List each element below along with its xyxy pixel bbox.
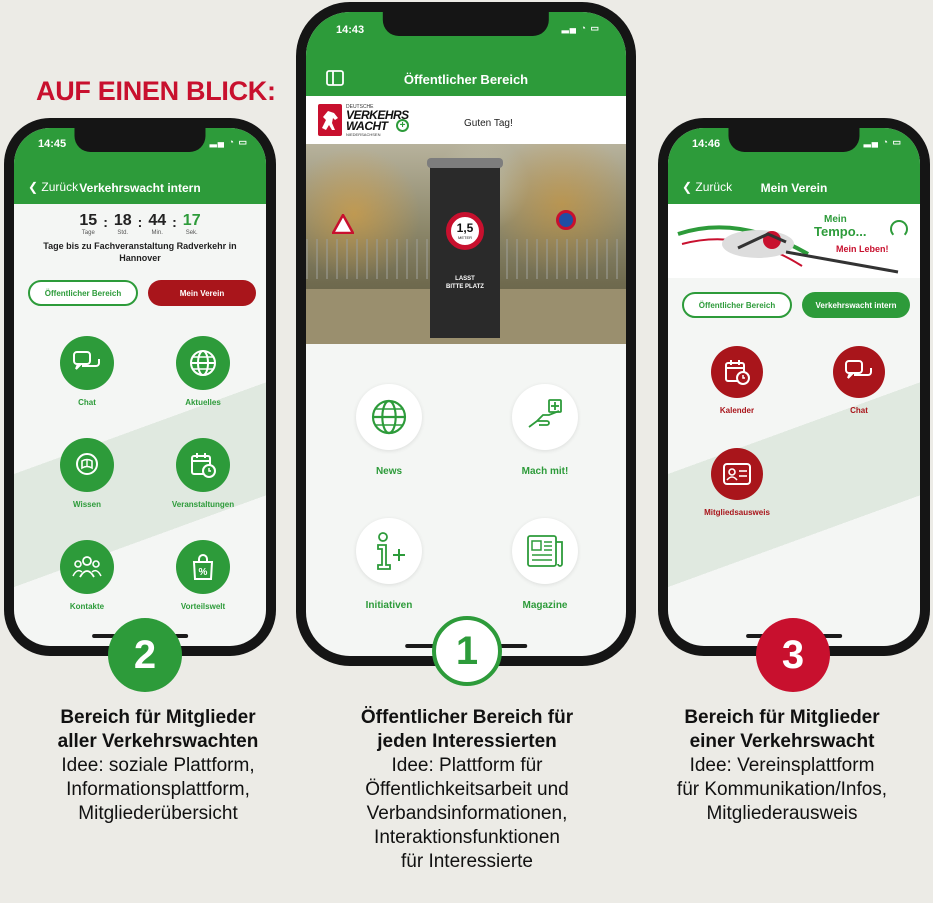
public-area-button[interactable]: Öffentlicher Bereich	[682, 292, 792, 318]
my-club-button[interactable]: Mein Verein	[148, 280, 256, 306]
phone-public: Öffentlicher Bereich 14:43 ▂▄ ◔ ▭ DEUTSC…	[296, 2, 636, 666]
warning-sign-icon	[330, 212, 356, 239]
phone-members-all: ❮ Zurück Verkehrswacht intern 14:45 ▂▄ ◔…	[4, 118, 276, 656]
page-title: Mein Verein	[760, 181, 828, 195]
caption-center: Öffentlicher Bereich für jeden Interessi…	[360, 707, 574, 872]
page-title: Öffentlicher Bereich	[403, 72, 529, 87]
head-book-icon	[60, 438, 114, 492]
countdown-days: 15	[79, 212, 98, 229]
countdown: 15 Tage : 18 Std. : 44 Min. : 17 Sek. Tage b…	[14, 212, 266, 264]
tile-benefits[interactable]: % Vorteilswelt	[158, 540, 248, 611]
campaign-banner: Mein Tempo... Mein Leben!	[668, 204, 920, 278]
internal-button[interactable]: Verkehrswacht intern	[802, 292, 910, 318]
countdown-minutes: 44	[148, 212, 167, 229]
newspaper-icon	[512, 518, 578, 584]
tile-participate[interactable]: Mach mit!	[500, 384, 590, 477]
notch	[74, 128, 206, 152]
speedometer-icon	[890, 220, 908, 238]
badge-two: 2	[108, 618, 182, 692]
countdown-hours: 18	[113, 212, 132, 229]
headline: AUF EINEN BLICK:	[36, 76, 276, 106]
badge-one: 1	[432, 616, 502, 686]
horse-logo-icon	[318, 104, 342, 136]
tile-calendar[interactable]: Kalender	[692, 346, 782, 415]
hero-photo: 1,5 METER LASST BITTE PLATZ	[306, 144, 626, 344]
notch	[382, 12, 550, 36]
tile-events[interactable]: Veranstaltungen	[158, 438, 248, 509]
tile-contacts[interactable]: Kontakte	[42, 540, 132, 611]
advertising-column: 1,5 METER LASST BITTE PLATZ	[427, 158, 503, 338]
tile-magazines[interactable]: Magazine	[500, 518, 590, 611]
status-time: 14:43	[336, 24, 365, 36]
calendar-clock-icon	[711, 346, 763, 398]
globe-icon	[176, 336, 230, 390]
id-card-icon	[711, 448, 763, 500]
caption-left: Bereich für Mitglieder aller Verkehrswac…	[57, 707, 259, 824]
chat-icon	[60, 336, 114, 390]
countdown-text: Tage bis zu Fachveranstaltung Radverkehr…	[43, 241, 237, 263]
phone-screen: ❮ Zurück Verkehrswacht intern 14:45 ▂▄ ◔…	[14, 128, 266, 646]
tile-news[interactable]: Aktuelles	[158, 336, 248, 407]
speed-sign: 1,5 METER	[446, 212, 484, 250]
signal-wifi-battery-icon: ▂▄ ◔ ▭	[209, 137, 248, 147]
phone-screen: ❮ Zurück Mein Verein 14:46 ▂▄ ◔ ▭ Mein T…	[668, 128, 920, 646]
svg-text:%: %	[199, 567, 208, 578]
badge-three: 3	[756, 618, 830, 692]
tile-knowledge[interactable]: Wissen	[42, 438, 132, 509]
tile-membership-card[interactable]: Mitgliedsausweis	[692, 448, 782, 517]
shopping-bag-percent-icon: %	[176, 540, 230, 594]
info-plus-icon	[356, 518, 422, 584]
signal-wifi-battery-icon: ▂▄ ◔ ▭	[863, 137, 902, 147]
countdown-seconds: 17	[182, 212, 201, 229]
public-area-button[interactable]: Öffentlicher Bereich	[28, 280, 138, 306]
signal-wifi-battery-icon: ▂▄ ◔ ▭	[561, 23, 600, 33]
status-time: 14:46	[692, 138, 721, 150]
chat-icon	[833, 346, 885, 398]
phone-screen: Öffentlicher Bereich 14:43 ▂▄ ◔ ▭ DEUTSC…	[306, 12, 626, 656]
page-title: Verkehrswacht intern	[79, 181, 201, 195]
globe-icon	[356, 384, 422, 450]
tile-chat[interactable]: Chat	[814, 346, 904, 415]
calendar-clock-icon	[176, 438, 230, 492]
header-strip: DEUTSCHE VERKEHRS WACHT + NIEDERSACHSEN …	[306, 96, 626, 144]
notch	[728, 128, 860, 152]
logo: DEUTSCHE VERKEHRS WACHT + NIEDERSACHSEN	[318, 104, 428, 138]
motorcycle-speed-icon	[677, 225, 899, 274]
people-icon	[60, 540, 114, 594]
caption-right: Bereich für Mitglieder einer Verkehrswac…	[676, 707, 888, 824]
phone-members-club: ❮ Zurück Mein Verein 14:46 ▂▄ ◔ ▭ Mein T…	[658, 118, 930, 656]
hand-plus-icon	[512, 384, 578, 450]
greeting: Guten Tag!	[464, 118, 513, 129]
status-time: 14:45	[38, 138, 67, 150]
plus-circle-icon: +	[396, 119, 409, 132]
tile-news[interactable]: News	[344, 384, 434, 477]
tile-initiatives[interactable]: Initiativen	[344, 518, 434, 611]
no-parking-sign-icon	[556, 210, 576, 230]
tile-chat[interactable]: Chat	[42, 336, 132, 407]
